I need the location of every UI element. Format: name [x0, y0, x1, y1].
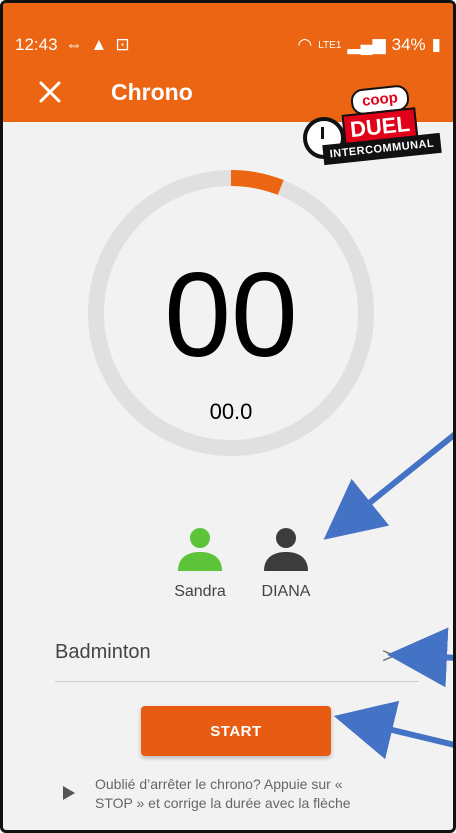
arrow-to-sport: [387, 627, 453, 688]
arrow-to-players: [323, 431, 453, 540]
phone-screen: 12:43 ⇔ ▲ ⊡ ◠ LTE1 ▂▄▆ 34% ▮ Chrono coop…: [0, 0, 456, 833]
annotation-arrows: [323, 431, 453, 760]
arrow-to-start: [333, 700, 453, 760]
